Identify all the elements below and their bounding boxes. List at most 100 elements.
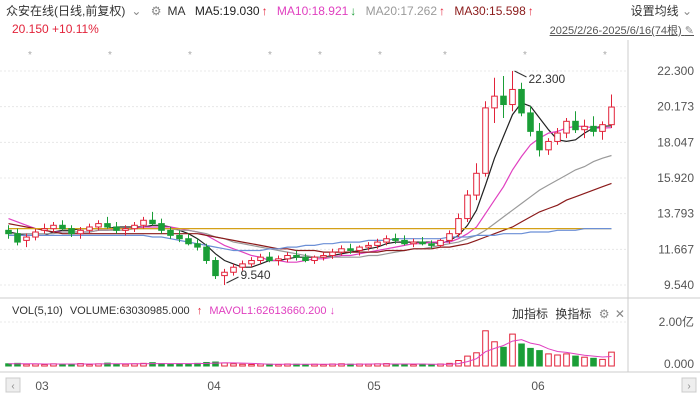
candle-body xyxy=(356,246,363,251)
candle-body xyxy=(212,260,219,277)
candle-body xyxy=(518,88,525,114)
event-marker-icon: * xyxy=(268,50,272,61)
candle-body xyxy=(347,248,354,251)
low-label: 9.540 xyxy=(241,268,271,282)
candle-body xyxy=(590,125,597,132)
candle-body xyxy=(383,238,390,243)
candle-body xyxy=(437,239,444,246)
ma20-line xyxy=(8,154,612,258)
candle-body xyxy=(41,228,48,231)
switch-indicator-button[interactable]: 换指标 xyxy=(555,307,591,321)
event-marker-icon: * xyxy=(443,50,447,61)
candle-body xyxy=(167,229,174,236)
candle-body xyxy=(482,107,489,174)
x-tick-label: 05 xyxy=(367,379,381,393)
candle-body xyxy=(401,239,408,245)
volume-bar xyxy=(599,358,606,367)
candle-body xyxy=(185,238,192,245)
candle-body xyxy=(446,233,453,241)
candle-body xyxy=(248,260,255,265)
candle-body xyxy=(572,120,579,131)
candle-body xyxy=(527,112,534,132)
volume-bar xyxy=(23,363,30,367)
candle-body xyxy=(239,263,246,268)
mavol-value: MAVOL1:62613660.200 xyxy=(209,305,327,317)
volume-bar xyxy=(410,363,417,367)
candle-body xyxy=(329,251,336,256)
volume-bar xyxy=(608,351,615,367)
vol-up-arrow-icon: ↑ xyxy=(196,305,203,317)
candle-body xyxy=(122,228,129,231)
volume-bar xyxy=(239,363,246,367)
volume-bar xyxy=(167,363,174,367)
candle-body xyxy=(77,229,84,235)
candle-body xyxy=(50,224,57,230)
ma10-line xyxy=(8,125,612,263)
volume-bar xyxy=(86,363,93,367)
volume-bar xyxy=(563,353,570,367)
candle-body xyxy=(410,241,417,245)
candle-body xyxy=(14,233,21,243)
ma30-line xyxy=(8,182,612,253)
high-arrow xyxy=(514,70,527,78)
candle-body xyxy=(536,130,543,151)
volume-bar xyxy=(545,353,552,367)
volume-bar xyxy=(122,363,129,367)
candle-body xyxy=(509,88,516,106)
event-marker-icon: * xyxy=(318,50,322,61)
candle-body xyxy=(140,219,147,226)
candle-body xyxy=(131,224,138,230)
y-tick-label: 18.047 xyxy=(657,135,694,149)
event-marker-icon: * xyxy=(378,50,382,61)
candle-body xyxy=(464,194,471,220)
volume-bar xyxy=(554,354,561,367)
candle-body xyxy=(86,226,93,231)
volume-bar xyxy=(482,330,489,367)
volume-bar xyxy=(500,346,507,367)
volume-bar xyxy=(185,363,192,367)
x-tick-label: 04 xyxy=(207,379,221,393)
candle-body xyxy=(581,125,588,131)
volume-bar xyxy=(509,333,516,367)
ma5-line xyxy=(8,102,612,268)
add-indicator-button[interactable]: 加指标 xyxy=(512,307,548,321)
candle-body xyxy=(491,95,498,109)
candle-body xyxy=(311,256,318,262)
volume-bar xyxy=(230,363,237,367)
candle-body xyxy=(149,219,156,225)
candle-body xyxy=(392,238,399,241)
candle-body xyxy=(5,229,12,235)
x-tick-label: 03 xyxy=(35,379,49,393)
volume-bar xyxy=(590,357,597,367)
close-icon[interactable]: ✕ xyxy=(615,307,625,321)
event-marker-icon: * xyxy=(603,50,607,61)
kline-chart[interactable]: 22.300 20.173 18.047 15.920 13.793 11.667 9.54… xyxy=(0,0,700,400)
candle-body xyxy=(104,223,111,228)
low-arrow xyxy=(226,276,239,284)
y-tick-label: 22.300 xyxy=(657,64,694,78)
candle-body xyxy=(428,243,435,246)
volume-y-tick-label: 2.00亿 xyxy=(659,314,694,329)
candle-body xyxy=(455,218,462,235)
volume-y-tick-label: 0.000 xyxy=(664,357,694,371)
chevron-right-icon: › xyxy=(687,381,690,392)
candle-body xyxy=(257,256,264,262)
candle-body xyxy=(203,246,210,262)
x-tick-label: 06 xyxy=(531,379,545,393)
candle-body xyxy=(230,266,237,273)
candle-body xyxy=(554,132,561,142)
high-label: 22.300 xyxy=(529,72,566,86)
volume-bar xyxy=(491,341,498,367)
candle-body xyxy=(284,254,291,260)
event-marker-icon: * xyxy=(108,50,112,61)
y-tick-label: 9.540 xyxy=(664,278,694,292)
candle-body xyxy=(419,241,426,245)
volume-bar xyxy=(113,363,120,367)
candle-body xyxy=(266,256,273,262)
volume-bar xyxy=(68,363,75,367)
candle-body xyxy=(23,236,30,241)
event-marker-icon: * xyxy=(523,50,527,61)
candle-body xyxy=(293,254,300,258)
y-tick-label: 20.173 xyxy=(657,100,694,114)
gear-icon[interactable]: ⚙ xyxy=(599,307,610,321)
